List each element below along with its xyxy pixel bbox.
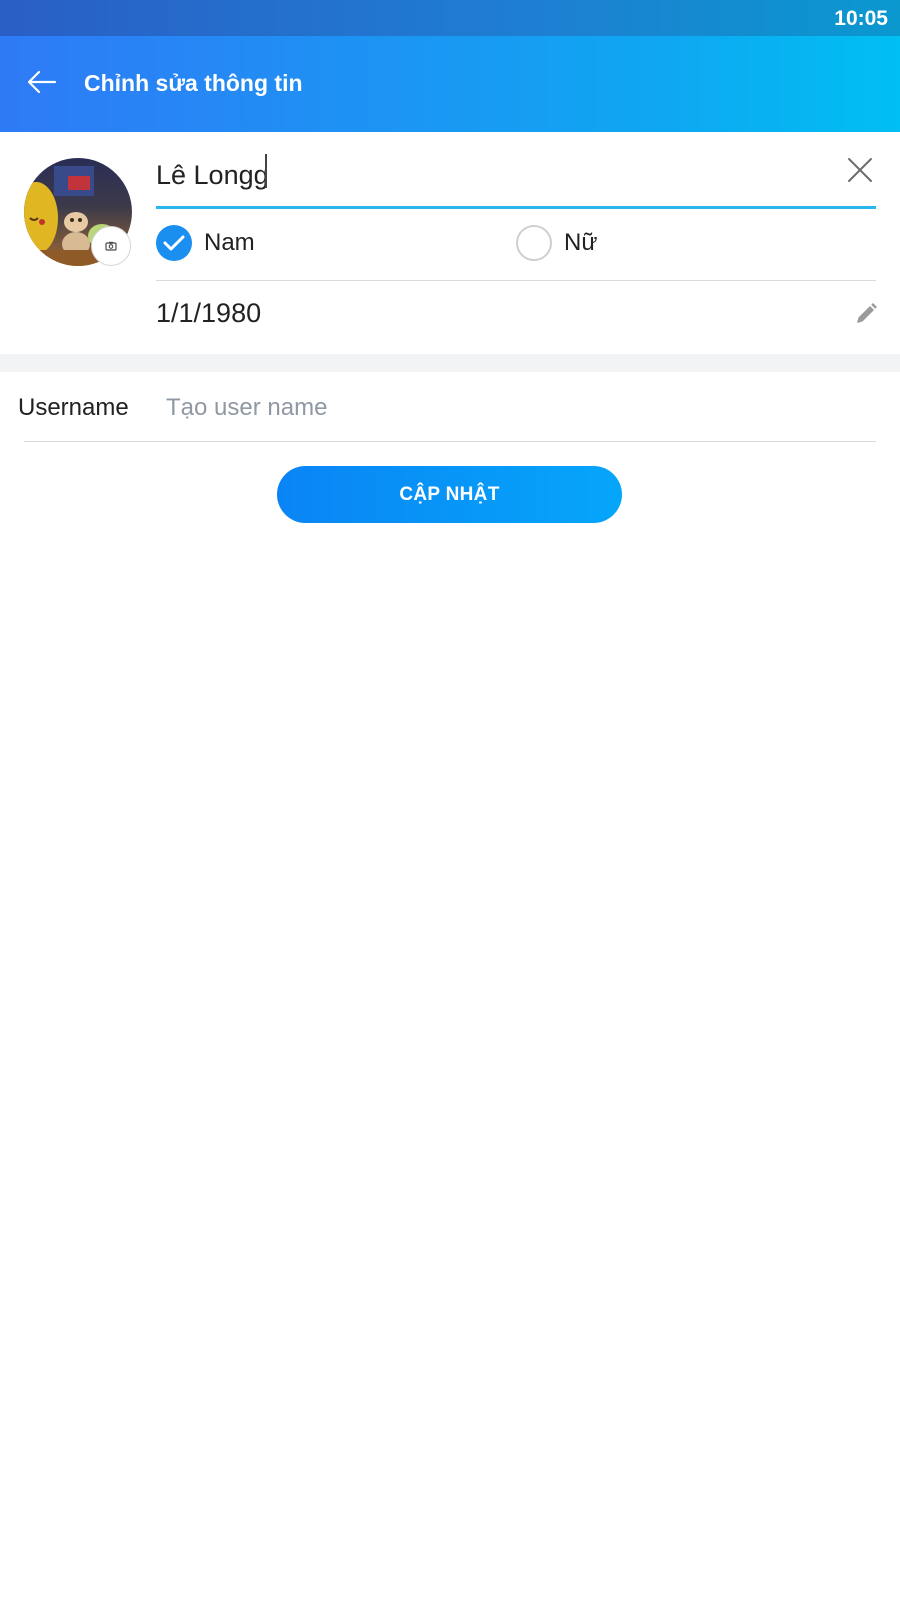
name-input[interactable] [156, 148, 876, 202]
status-bar: 10:05 [0, 0, 900, 36]
update-button[interactable]: CẬP NHẬT [277, 466, 622, 523]
edit-dob-button[interactable] [850, 298, 882, 330]
clear-name-button[interactable] [840, 150, 880, 190]
username-input[interactable] [166, 386, 866, 430]
arrow-left-icon [27, 70, 57, 94]
profile-section: Nam Nữ 1/1/1980 [0, 132, 900, 354]
pencil-icon [857, 303, 877, 323]
name-input-underline [156, 206, 876, 209]
divider [24, 441, 876, 442]
divider [156, 280, 876, 281]
status-time: 10:05 [834, 7, 888, 30]
back-button[interactable] [20, 60, 64, 104]
page-title: Chỉnh sửa thông tin [84, 70, 303, 96]
gender-option-male[interactable]: Nam [156, 220, 255, 266]
radio-unchecked[interactable] [516, 225, 552, 261]
gender-option-female[interactable]: Nữ [516, 220, 597, 266]
app-bar: Chỉnh sửa thông tin [0, 36, 900, 132]
date-of-birth[interactable]: 1/1/1980 [156, 298, 261, 329]
username-label: Username [18, 394, 129, 421]
check-icon [163, 235, 185, 251]
gender-label-male: Nam [204, 229, 255, 256]
change-avatar-button[interactable] [91, 226, 131, 266]
gender-label-female: Nữ [564, 229, 598, 256]
section-divider [0, 354, 900, 372]
camera-icon [105, 241, 117, 251]
radio-checked[interactable] [156, 225, 192, 261]
text-cursor [265, 154, 267, 188]
close-icon [848, 158, 872, 182]
